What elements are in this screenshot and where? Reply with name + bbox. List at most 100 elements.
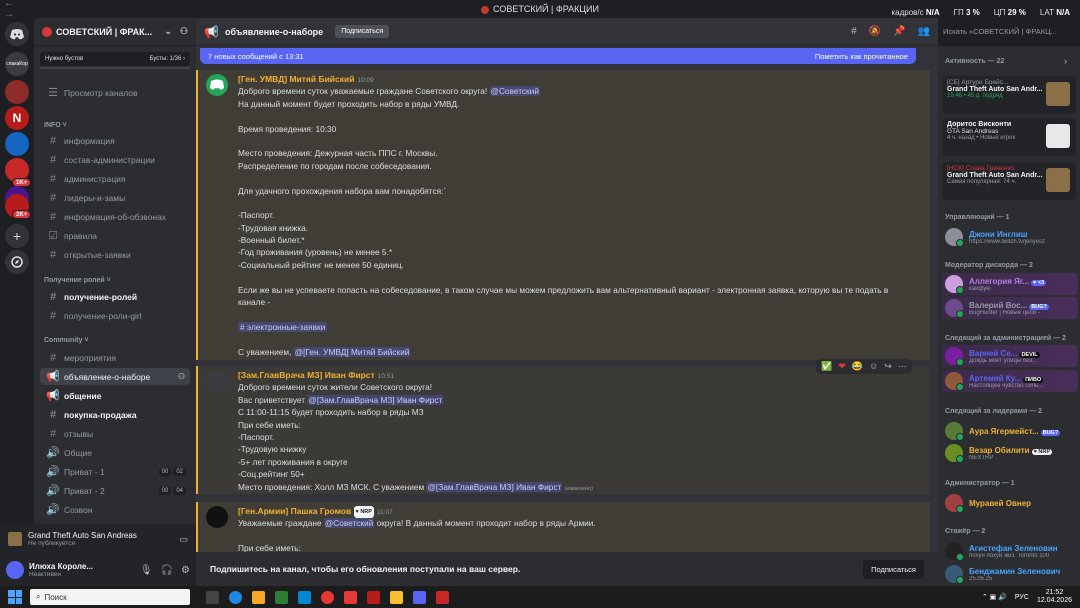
author-name[interactable]: [Ген. УМВД] Митяй Бийский [238, 74, 354, 84]
activity-card[interactable]: [НСК] Слава Граченко Grand Theft Auto Sa… [942, 162, 1076, 200]
threads-icon[interactable]: # [851, 26, 857, 37]
avatar[interactable] [206, 506, 228, 528]
member[interactable]: Агистефан Зеленовин похуй похуй жиз. Toro… [942, 540, 1078, 562]
app-icon[interactable] [436, 590, 449, 604]
taskbar-search[interactable]: ⌕ Поиск [30, 589, 190, 605]
more-icon[interactable]: ⋯ [898, 361, 907, 372]
server-icon-2[interactable] [5, 80, 29, 104]
mail-icon[interactable] [298, 590, 311, 604]
channel-chat[interactable]: 📢 общение [40, 387, 190, 404]
role-mention[interactable]: @Советский [489, 86, 540, 97]
mute-icon[interactable]: 🔕 [869, 26, 881, 37]
clock[interactable]: 21:52 12.04.2026 [1037, 589, 1072, 605]
members-icon[interactable]: 👥 [918, 26, 930, 37]
add-server-icon[interactable]: + [5, 224, 29, 248]
discord-taskbar-icon[interactable] [413, 590, 426, 604]
voice-private-1[interactable]: 🔊 Приват - 1 00 02 [40, 463, 190, 480]
gear-icon[interactable]: ⚙ [181, 565, 190, 576]
channel-admin[interactable]: # администрация [40, 170, 190, 187]
new-messages-bar[interactable]: 7 новых сообщений с 13:31 Пометить как п… [200, 48, 916, 64]
yandex-icon[interactable] [344, 590, 357, 604]
activity-card[interactable]: [СБ] Артури Брейс... Grand Theft Auto Sa… [942, 76, 1076, 114]
follow-button[interactable]: Подписаться [335, 25, 390, 38]
headphones-icon[interactable]: 🎧 [161, 565, 173, 576]
app-icon[interactable] [367, 590, 380, 604]
server-header[interactable]: СОВЕТСКИЙ | ФРАК... ⌄ ⚇ [34, 18, 196, 46]
task-view-icon[interactable] [206, 590, 219, 604]
member[interactable]: Аура Ягермейст... BUG? [942, 420, 1078, 442]
activity-card[interactable]: Доритос Висконти GTA San Andreas 4 ч. на… [942, 118, 1076, 156]
edge-icon[interactable] [229, 590, 242, 604]
channel-get-roles[interactable]: # получение-ролей [40, 288, 190, 305]
discover-icon[interactable] [5, 250, 29, 274]
windows-start-icon[interactable] [8, 590, 22, 604]
member[interactable]: Джони Инглиш https://www.twitch.tv/jenyes… [942, 226, 1078, 248]
user-mention[interactable]: @[Зам.ГлавВрача МЗ] Иван Фирст [426, 481, 563, 492]
avatar[interactable] [206, 371, 228, 393]
microphone-icon[interactable]: 🎙 [140, 565, 153, 576]
yandex-browser-icon[interactable] [321, 590, 334, 604]
activity-game: Grand Theft Auto San Andreas [28, 531, 137, 540]
author-name[interactable]: [Зам.ГлавВрача МЗ] Иван Фирст [238, 370, 375, 380]
user-mention[interactable]: @[Зам.ГлавВрача МЗ] Иван Фирст [307, 394, 444, 405]
language-indicator[interactable]: РУС [1015, 594, 1029, 601]
server-icon-4[interactable] [5, 132, 29, 156]
channel-get-role-girl[interactable]: # получение-роли-girl [40, 307, 190, 324]
activity-card[interactable]: Grand Theft Auto San Andreas Не публикуе… [0, 524, 196, 554]
forward-icon[interactable]: ↪ [884, 361, 892, 372]
app-icon[interactable] [275, 590, 288, 604]
category-roles[interactable]: Получение ролей ˅ [44, 277, 111, 284]
server-netflix-icon[interactable]: N [5, 106, 29, 130]
voice-meeting[interactable]: 🔊 Созвон [40, 501, 190, 518]
browse-channels[interactable]: ☰ Просмотр каналов [40, 84, 190, 101]
heart-reaction-icon[interactable]: ❤ [838, 361, 846, 372]
voice-general[interactable]: 🔊 Общие [40, 444, 190, 461]
pin-icon[interactable]: 📌 [893, 26, 905, 37]
avatar[interactable] [206, 74, 228, 96]
app-icon[interactable] [390, 590, 403, 604]
voice-private-2[interactable]: 🔊 Приват - 2 00 04 [40, 482, 190, 499]
channel-leaders[interactable]: # лидеры-и-замы [40, 189, 190, 206]
author-name[interactable]: [Ген.Армии] Пашка Громов [238, 506, 351, 516]
user-mention[interactable]: @[Ген. УМВД] Митяй Бийский [293, 346, 411, 357]
channel-trade[interactable]: # покупка-продажа [40, 406, 190, 423]
discord-home-icon[interactable] [5, 22, 29, 46]
channel-rules[interactable]: ☑ правила [40, 227, 190, 244]
role-mention[interactable]: @Советский [323, 518, 375, 529]
laugh-reaction-icon[interactable]: 😂 [852, 361, 863, 372]
add-member-icon[interactable]: ⚇ [178, 372, 185, 381]
channel-recruitment[interactable]: 📢 объявление-о-наборе ⚇ [40, 368, 190, 385]
category-community[interactable]: Community ˅ [44, 337, 89, 344]
member[interactable]: Муравей Овнер [942, 492, 1078, 514]
search-input[interactable]: Искать «СОВЕТСКИЙ | ФРАКЦ... [938, 22, 1074, 42]
chevron-right-icon[interactable]: › [1064, 56, 1067, 66]
channel-calls[interactable]: # информация-об-обзвонах [40, 208, 190, 225]
member-name: Варней Се... [969, 348, 1018, 358]
channel-label: правила [64, 230, 98, 241]
channel-info[interactable]: # информация [40, 132, 190, 149]
stream-icon[interactable]: ▭ [179, 534, 188, 545]
member[interactable]: Везар Обилити ♥ NRP NEXTRP [942, 442, 1078, 464]
member[interactable]: Артемий Ку... ПИВО Настоящее чувство силь.… [942, 370, 1078, 392]
member[interactable]: Аллегория Яг... ♥ <3 кайфую [942, 273, 1078, 295]
add-reaction-icon[interactable]: ☺ [869, 361, 878, 372]
mark-read-button[interactable]: Пометить как прочитанное [815, 52, 908, 61]
explorer-icon[interactable] [252, 590, 265, 604]
member[interactable]: Бенджамин Зеленович 25.05.25 [942, 563, 1078, 585]
check-reaction-icon[interactable]: ✅ [821, 361, 832, 372]
tray-icons[interactable]: ⌃ ▣ 🔊 [982, 593, 1007, 601]
add-member-icon[interactable]: ⚇ [180, 26, 188, 37]
member[interactable]: Валерий Вос... BUG? BugHunter | Новые цели… [942, 297, 1078, 319]
channel-staff[interactable]: # состав-администрации [40, 151, 190, 168]
channel-open-requests[interactable]: # открытые-заявки [40, 246, 190, 263]
avatar[interactable] [6, 561, 24, 579]
boost-progress[interactable]: Нужно бустов Бусты: 1/36 › [40, 52, 190, 66]
member[interactable]: Варней Се... DEVIL Дождь моет улицы без... [942, 345, 1078, 367]
server-spakakor[interactable]: спакаКор [5, 52, 29, 76]
channel-link[interactable]: # электронные-заявки [238, 321, 328, 332]
category-info[interactable]: INFO ˅ [44, 122, 67, 129]
follow-channel-button[interactable]: Подписаться [863, 559, 924, 579]
chevron-down-icon[interactable]: ⌄ [164, 26, 172, 37]
channel-events[interactable]: # мероприятия [40, 349, 190, 366]
channel-reviews[interactable]: # отзывы [40, 425, 190, 442]
